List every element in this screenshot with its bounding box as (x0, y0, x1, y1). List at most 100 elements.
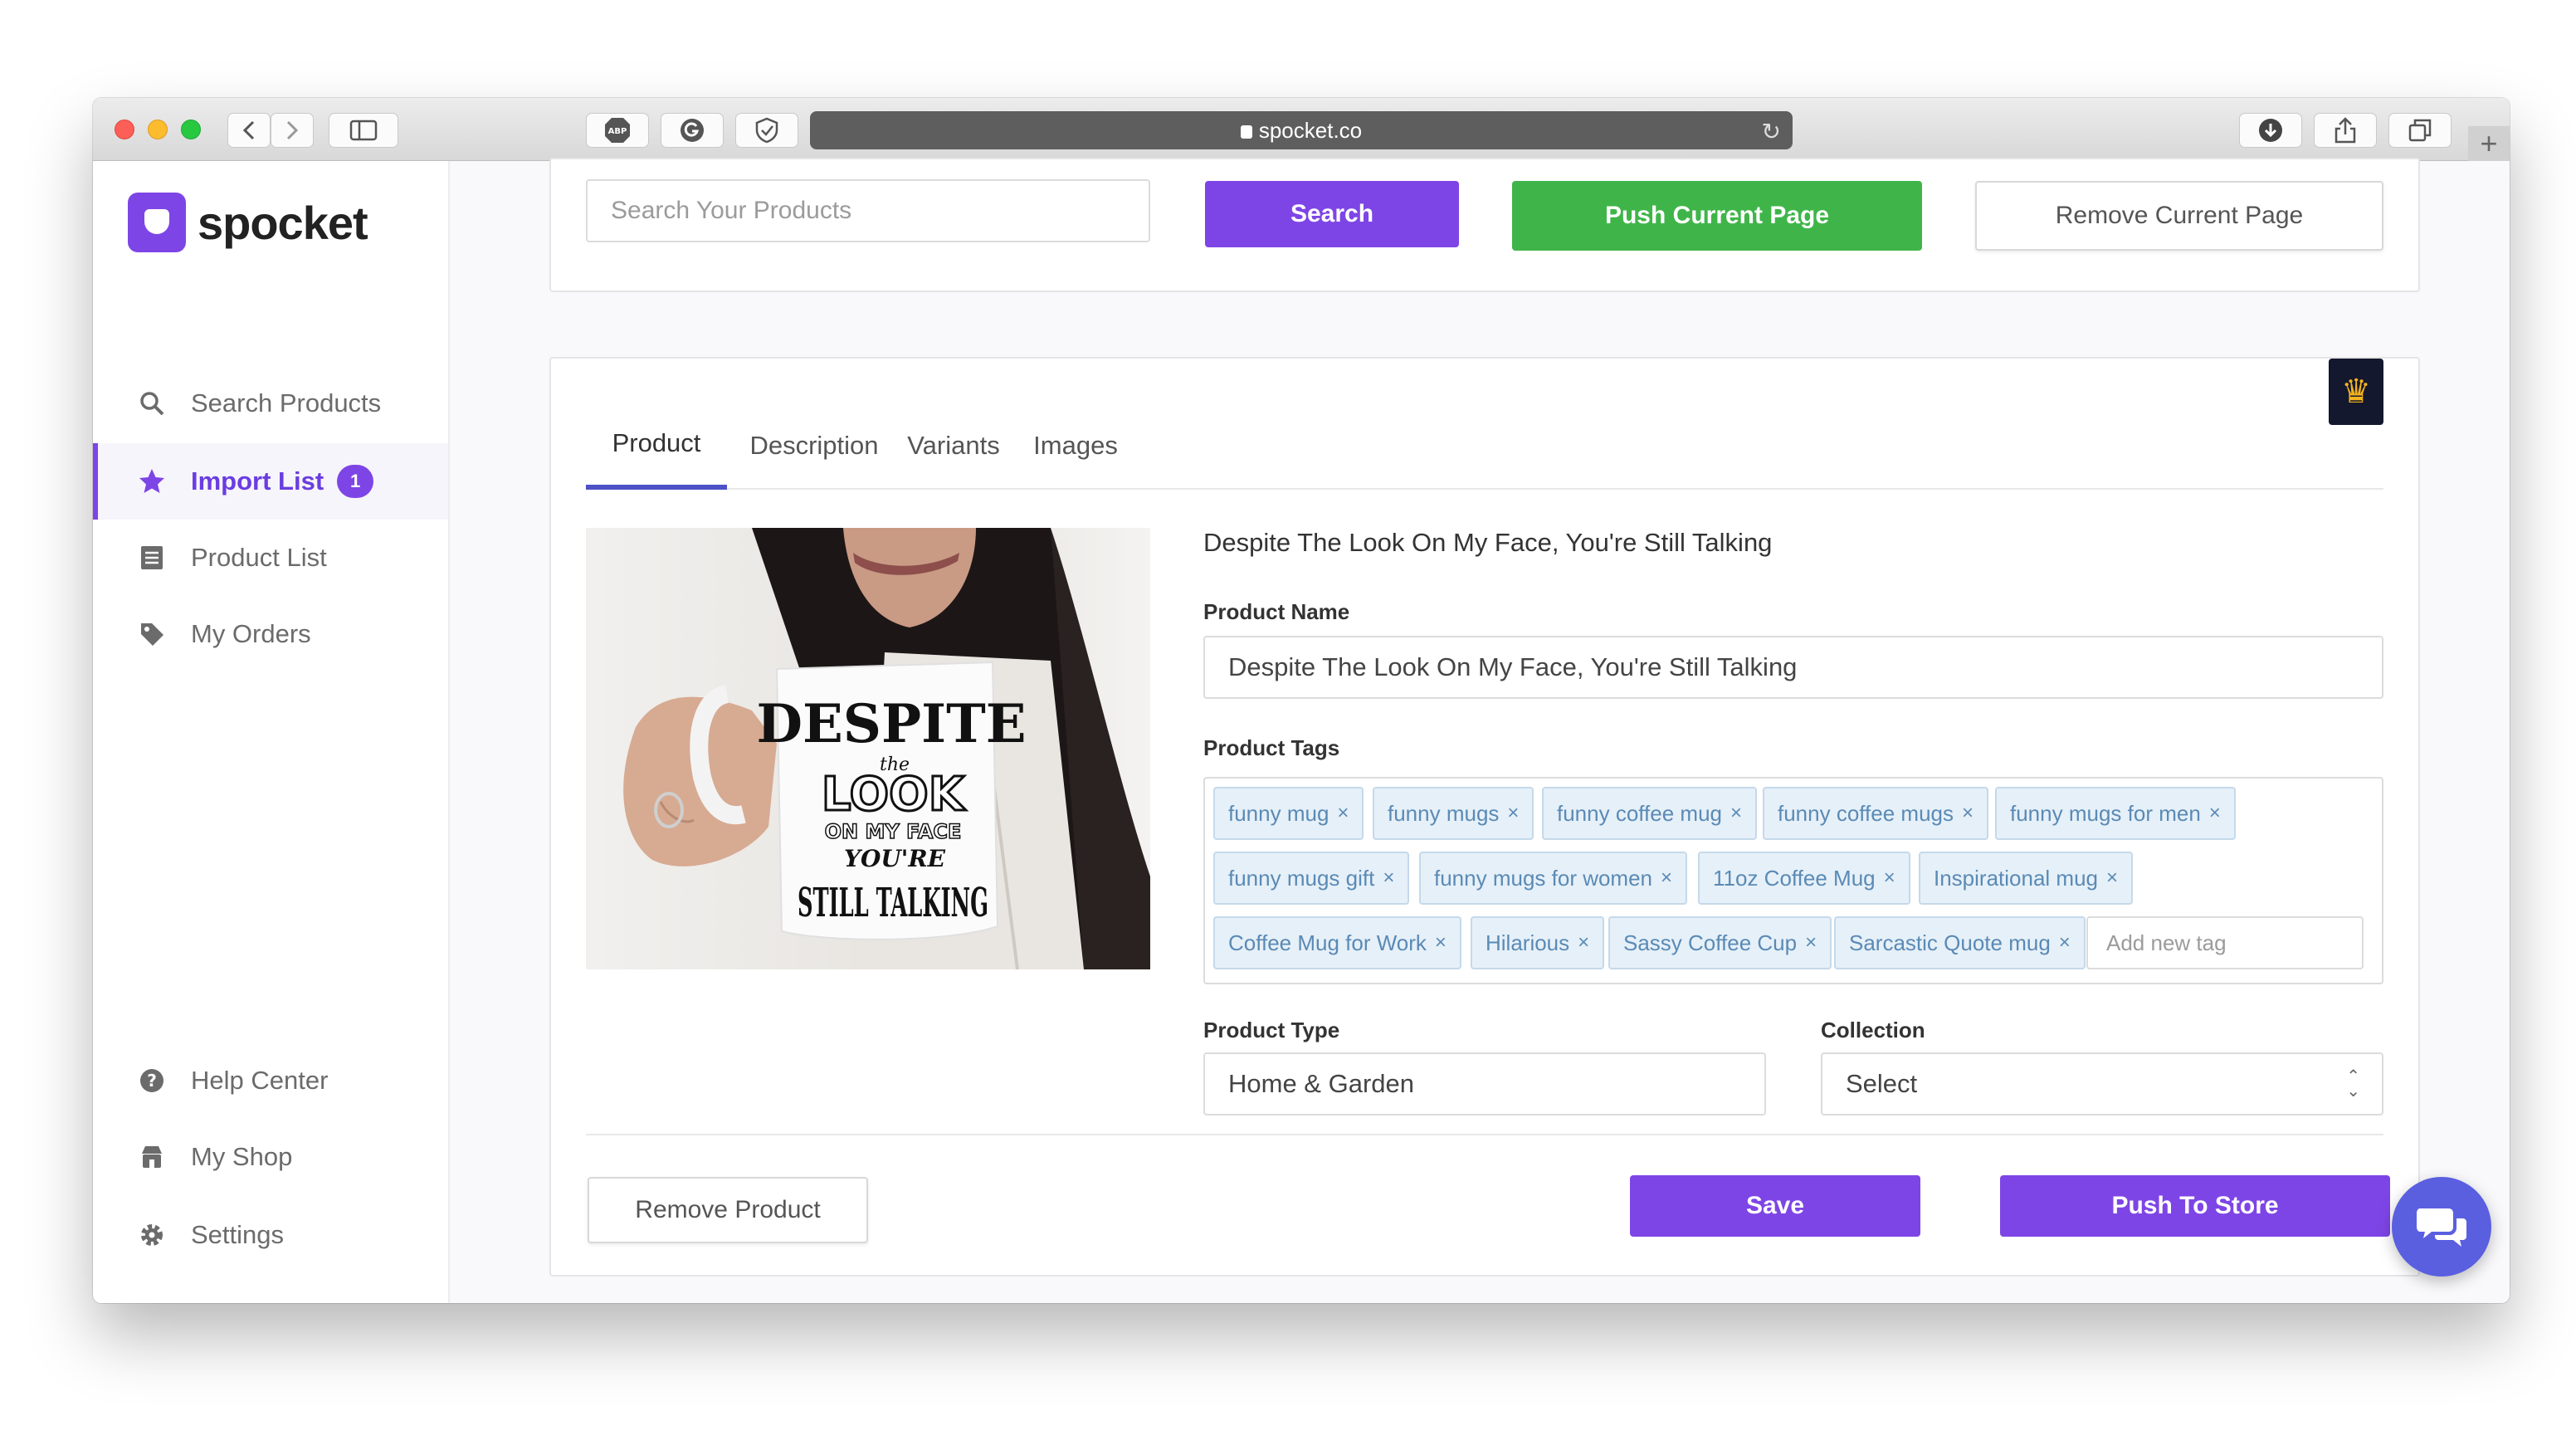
tag-chip[interactable]: funny mug × (1213, 787, 1364, 840)
close-icon[interactable]: × (1884, 867, 1895, 890)
tag-label: funny mugs for men (2010, 800, 2201, 826)
product-type-input[interactable]: Home & Garden (1203, 1052, 1766, 1115)
browser-window: ABP spocket.co ↻ + spocket Search Produc… (93, 98, 2510, 1303)
tag-chip[interactable]: Sarcastic Quote mug × (1834, 916, 2086, 969)
sidebar-item-my-orders[interactable]: My Orders (93, 596, 448, 672)
reload-icon[interactable]: ↻ (1762, 118, 1781, 145)
close-icon[interactable]: × (1962, 802, 1973, 825)
product-title: Despite The Look On My Face, You're Stil… (1203, 528, 1773, 557)
tag-label: funny mugs gift (1228, 865, 1375, 891)
new-tab-button[interactable]: + (2468, 126, 2510, 161)
maximize-window-button[interactable] (181, 120, 201, 139)
close-icon[interactable]: × (1435, 931, 1447, 954)
sidebar-item-help-center[interactable]: ? Help Center (93, 1042, 448, 1119)
tag-chip[interactable]: funny mugs gift × (1213, 852, 1410, 905)
tag-label: 11oz Coffee Mug (1713, 865, 1876, 891)
tab-description[interactable]: Description (744, 402, 885, 490)
help-icon: ? (138, 1067, 166, 1095)
tag-label: Sarcastic Quote mug (1849, 930, 2051, 955)
download-icon (2259, 119, 2282, 142)
sidebar-item-import-list[interactable]: Import List 1 (93, 443, 448, 520)
product-card: ♛ Product Description Variants Images DE… (549, 357, 2420, 1277)
remove-current-page-button[interactable]: Remove Current Page (1975, 181, 2383, 251)
tab-variants[interactable]: Variants (893, 402, 1014, 490)
chevron-left-icon (242, 120, 255, 140)
adblock-extension-button[interactable]: ABP (586, 113, 649, 148)
sidebar-item-search-products[interactable]: Search Products (93, 365, 448, 442)
chevron-updown-icon: ⌃ ⌄ (2346, 1067, 2360, 1101)
chevron-right-icon (286, 120, 299, 140)
chat-support-button[interactable] (2392, 1177, 2491, 1277)
close-icon[interactable]: × (2059, 931, 2071, 954)
close-icon[interactable]: × (1805, 931, 1817, 954)
sidebar-toggle-button[interactable] (329, 113, 398, 148)
sidebar-item-product-list[interactable]: Product List (93, 520, 448, 596)
close-window-button[interactable] (115, 120, 134, 139)
add-tag-input[interactable]: Add new tag (2086, 916, 2364, 969)
product-name-input[interactable]: Despite The Look On My Face, You're Stil… (1203, 636, 2383, 699)
product-tags-label: Product Tags (1203, 735, 1340, 760)
tag-chip[interactable]: Inspirational mug × (1919, 852, 2134, 905)
tag-label: Inspirational mug (1934, 865, 2098, 891)
tabs-overview-button[interactable] (2388, 113, 2452, 148)
sidebar-item-label: My Shop (191, 1142, 293, 1171)
share-button[interactable] (2314, 113, 2377, 148)
privacy-extension-button[interactable] (735, 113, 798, 148)
push-current-page-button[interactable]: Push Current Page (1512, 181, 1922, 251)
star-icon (138, 467, 166, 495)
back-button[interactable] (227, 113, 271, 148)
tag-chip[interactable]: Coffee Mug for Work × (1213, 916, 1461, 969)
tag-chip[interactable]: Sassy Coffee Cup × (1608, 916, 1832, 969)
shop-icon (138, 1143, 166, 1171)
grammarly-extension-button[interactable] (661, 113, 724, 148)
tag-label: Coffee Mug for Work (1228, 930, 1427, 955)
remove-product-button[interactable]: Remove Product (588, 1177, 868, 1243)
tag-chip[interactable]: funny mugs for women × (1419, 852, 1688, 905)
forward-button[interactable] (271, 113, 314, 148)
close-icon[interactable]: × (1661, 867, 1672, 890)
close-icon[interactable]: × (1337, 802, 1349, 825)
search-button[interactable]: Search (1205, 181, 1459, 247)
tag-chip[interactable]: Hilarious × (1471, 916, 1605, 969)
logo-text: spocket (198, 196, 368, 249)
share-icon (2334, 117, 2356, 144)
gear-icon (138, 1221, 166, 1249)
tag-chip[interactable]: funny coffee mug × (1542, 787, 1758, 840)
tag-label: funny mug (1228, 800, 1329, 826)
close-icon[interactable]: × (1507, 802, 1519, 825)
sidebar-item-settings[interactable]: Settings (93, 1197, 448, 1273)
tag-label: Sassy Coffee Cup (1623, 930, 1798, 955)
tag-label: Hilarious (1486, 930, 1570, 955)
push-to-store-button[interactable]: Push To Store (2000, 1175, 2390, 1237)
tag-chip[interactable]: funny mugs × (1373, 787, 1534, 840)
save-button[interactable]: Save (1630, 1175, 1920, 1237)
product-tags-field[interactable]: funny mug × funny mugs × funny coffee mug ×… (1203, 777, 2383, 984)
close-icon[interactable]: × (2106, 867, 2118, 890)
tab-product[interactable]: Product (586, 402, 727, 490)
address-bar[interactable]: spocket.co ↻ (810, 111, 1793, 149)
tag-chip[interactable]: funny mugs for men × (1995, 787, 2236, 840)
downloads-button[interactable] (2239, 113, 2302, 148)
tag-chip[interactable]: funny coffee mugs × (1763, 787, 1989, 840)
search-input[interactable] (586, 179, 1150, 242)
svg-text:?: ? (147, 1071, 157, 1091)
spocket-logo[interactable]: spocket (128, 193, 368, 252)
tag-icon (138, 620, 166, 648)
sidebar-icon (349, 120, 378, 141)
close-icon[interactable]: × (1383, 867, 1394, 890)
close-icon[interactable]: × (1578, 931, 1589, 954)
import-count-badge: 1 (337, 465, 374, 498)
tab-images[interactable]: Images (1017, 402, 1134, 490)
minimize-window-button[interactable] (148, 120, 168, 139)
product-image: DESPITE the LOOK ON MY FACE YOU'RE STILL… (586, 528, 1150, 969)
sidebar-item-my-shop[interactable]: My Shop (93, 1119, 448, 1195)
svg-text:ABP: ABP (608, 127, 627, 136)
sidebar-item-label: Help Center (191, 1066, 329, 1095)
close-icon[interactable]: × (1730, 802, 1742, 825)
tag-label: funny mugs for women (1434, 865, 1653, 891)
collection-select[interactable]: Select ⌃ ⌄ (1821, 1052, 2383, 1115)
tag-chip[interactable]: 11oz Coffee Mug × (1698, 852, 1910, 905)
sidebar-item-label: Search Products (191, 388, 382, 417)
product-name-label: Product Name (1203, 599, 1350, 624)
close-icon[interactable]: × (2209, 802, 2221, 825)
